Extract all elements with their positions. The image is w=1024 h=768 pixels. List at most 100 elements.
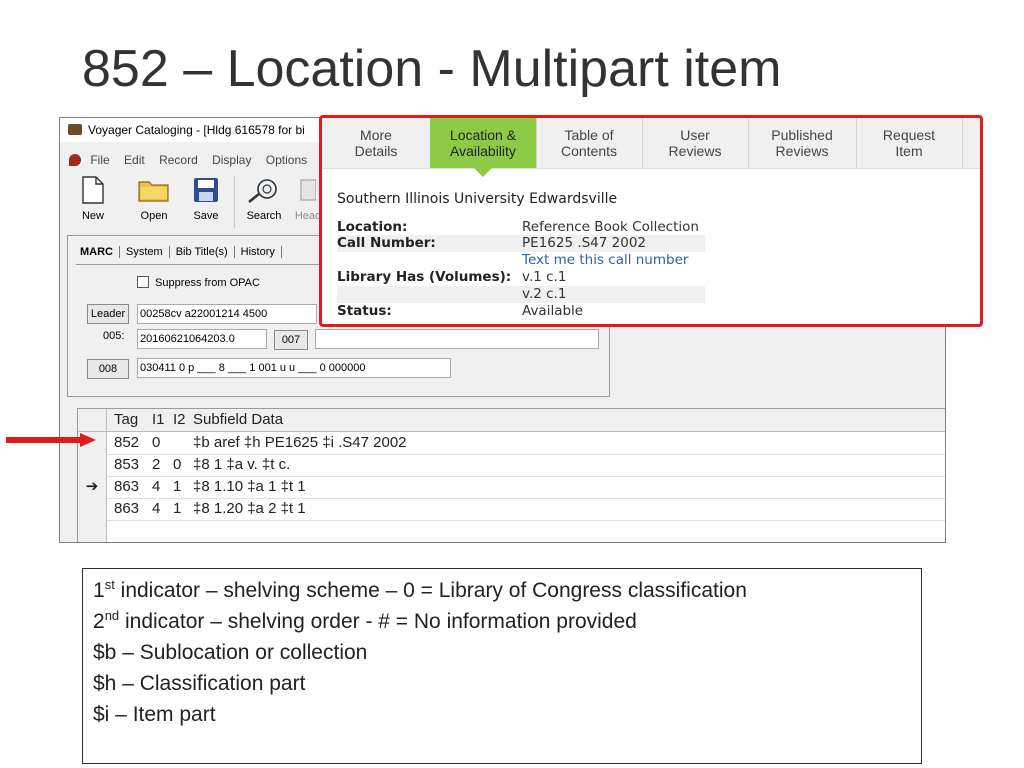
menu-edit[interactable]: Edit [124, 153, 145, 167]
row-tag: 863 [114, 500, 140, 517]
tab-table-of-contents-line1: Table of [564, 127, 614, 143]
table-row[interactable]: 853 2 0 ‡8 1 ‡a v. ‡t c. [78, 454, 945, 477]
tab-table-of-contents[interactable]: Table of Contents [536, 118, 643, 168]
slide-title: 852 – Location - Multipart item [82, 40, 782, 98]
col-i2-header: I2 [173, 411, 186, 428]
notes-box: 1st indicator – shelving scheme – 0 = Li… [82, 568, 922, 764]
save-disk-icon [194, 178, 218, 202]
open-folder-icon [138, 181, 169, 202]
tab-location-availability[interactable]: Location & Availability [430, 118, 537, 177]
tab-bib-titles[interactable]: Bib Title(s) [170, 246, 235, 258]
row-i1: 2 [152, 456, 161, 473]
row-tag: 852 [114, 434, 140, 451]
volume-row-shade [337, 286, 705, 303]
record-tabs: MARC System Bib Title(s) History [80, 246, 282, 258]
row-subfields: ‡8 1 ‡a v. ‡t c. [193, 456, 291, 473]
menu-file[interactable]: File [90, 153, 109, 167]
row-i2: 1 [173, 500, 182, 517]
note-1-ordinal: 1 [93, 579, 105, 602]
library-has-label: Library Has (Volumes): [337, 269, 512, 285]
tab-user-reviews-line2: Reviews [668, 143, 722, 159]
status-label: Status: [337, 303, 392, 319]
f008-button[interactable]: 008 [87, 359, 129, 379]
leader-field[interactable]: 00258cv a22001214 4500 [137, 304, 317, 324]
col-tag-header: Tag [114, 411, 139, 428]
menu-record[interactable]: Record [159, 153, 198, 167]
volume-2: v.2 c.1 [522, 286, 567, 302]
menu-display[interactable]: Display [212, 153, 251, 167]
tab-system[interactable]: System [120, 246, 170, 258]
row-selector[interactable] [78, 520, 107, 542]
tab-published-reviews[interactable]: Published Reviews [748, 118, 857, 168]
f008-field[interactable]: 030411 0 p ___ 8 ___ 1 001 u u ___ 0 000… [137, 358, 451, 378]
tab-request-item-line1: Request [882, 127, 936, 143]
new-label: New [81, 210, 104, 222]
tab-table-of-contents-line2: Contents [560, 143, 618, 159]
open-label: Open [140, 210, 168, 222]
grid-header-row: Tag I1 I2 Subfield Data [78, 409, 945, 432]
tab-location-availability-line2: Availability [450, 143, 516, 159]
save-label: Save [193, 210, 219, 222]
tab-published-reviews-line2: Reviews [775, 143, 829, 159]
row-selector-header [78, 409, 107, 431]
table-row[interactable]: 852 0 ‡b aref ‡h PE1625 ‡i .S47 2002 [78, 432, 945, 455]
new-button[interactable]: New [71, 174, 115, 222]
row-selector[interactable] [78, 498, 107, 520]
current-row-arrow-icon[interactable]: ➔ [78, 476, 107, 498]
tab-more-details[interactable]: More Details [322, 118, 431, 168]
note-subfield-i: $i – Item part [93, 703, 216, 726]
save-button[interactable]: Save [184, 174, 228, 222]
open-button[interactable]: Open [132, 174, 176, 222]
col-subfield-header: Subfield Data [193, 411, 284, 428]
location-value: Reference Book Collection [522, 219, 699, 235]
row-i2: 0 [173, 456, 182, 473]
tab-more-details-line2: Details [354, 143, 398, 159]
table-row[interactable]: 863 4 1 ‡8 1.20 ‡a 2 ‡t 1 [78, 498, 945, 521]
note-1-suffix: st [104, 577, 115, 592]
tab-request-item[interactable]: Request Item [856, 118, 963, 168]
heading-icon [300, 179, 316, 201]
location-label: Location: [337, 219, 408, 235]
tab-user-reviews-line1: User [680, 127, 710, 143]
note-2-ordinal: 2 [93, 610, 105, 633]
red-pointer-arrow-icon [6, 433, 96, 447]
f005-field[interactable]: 20160621064203.0 [137, 329, 267, 349]
call-number-label: Call Number: [337, 235, 436, 251]
tab-published-reviews-line1: Published [771, 127, 833, 143]
table-row[interactable]: ➔ 863 4 1 ‡8 1.10 ‡a 1 ‡t 1 [78, 476, 945, 499]
checkbox-box [137, 276, 149, 288]
search-button[interactable]: Search [242, 174, 286, 222]
row-i1: 0 [152, 434, 161, 451]
tab-history[interactable]: History [235, 246, 282, 258]
row-i1: 4 [152, 478, 161, 495]
tab-marc[interactable]: MARC [80, 246, 120, 258]
table-row-empty[interactable] [78, 520, 945, 542]
opac-holdings-panel: More Details Location & Availability Table… [319, 115, 983, 327]
row-subfields: ‡8 1.10 ‡a 1 ‡t 1 [193, 478, 306, 495]
suppress-from-opac-checkbox[interactable]: Suppress from OPAC [137, 276, 260, 289]
note-indicator-2: 2nd indicator – shelving order - # = No … [93, 606, 911, 637]
f007-field[interactable] [315, 329, 599, 349]
toolbar-separator [234, 176, 235, 228]
tab-request-item-line2: Item [895, 143, 923, 159]
row-i1: 4 [152, 500, 161, 517]
f007-button[interactable]: 007 [274, 330, 308, 350]
tab-user-reviews[interactable]: User Reviews [642, 118, 749, 168]
note-2-text: indicator – shelving order - # = No info… [119, 610, 637, 633]
suppress-label: Suppress from OPAC [155, 277, 260, 289]
row-tag: 853 [114, 456, 140, 473]
marc-field-grid: Tag I1 I2 Subfield Data 852 0 ‡b aref ‡h… [77, 408, 945, 542]
voyager-app-icon [68, 124, 82, 135]
note-indicator-1: 1st indicator – shelving scheme – 0 = Li… [93, 575, 911, 606]
voyager-menu-icon[interactable] [69, 154, 81, 166]
leader-button[interactable]: Leader [87, 304, 129, 324]
search-label: Search [246, 210, 282, 222]
library-name: Southern Illinois University Edwardsvill… [337, 191, 618, 207]
text-me-call-number-link[interactable]: Text me this call number [522, 252, 688, 269]
row-i2: 1 [173, 478, 182, 495]
menu-options[interactable]: Options [266, 153, 307, 167]
note-1-text: indicator – shelving scheme – 0 = Librar… [114, 579, 747, 602]
f005-label: 005: [103, 330, 125, 342]
row-selector[interactable] [78, 454, 107, 476]
search-magnifier-icon [248, 179, 277, 204]
